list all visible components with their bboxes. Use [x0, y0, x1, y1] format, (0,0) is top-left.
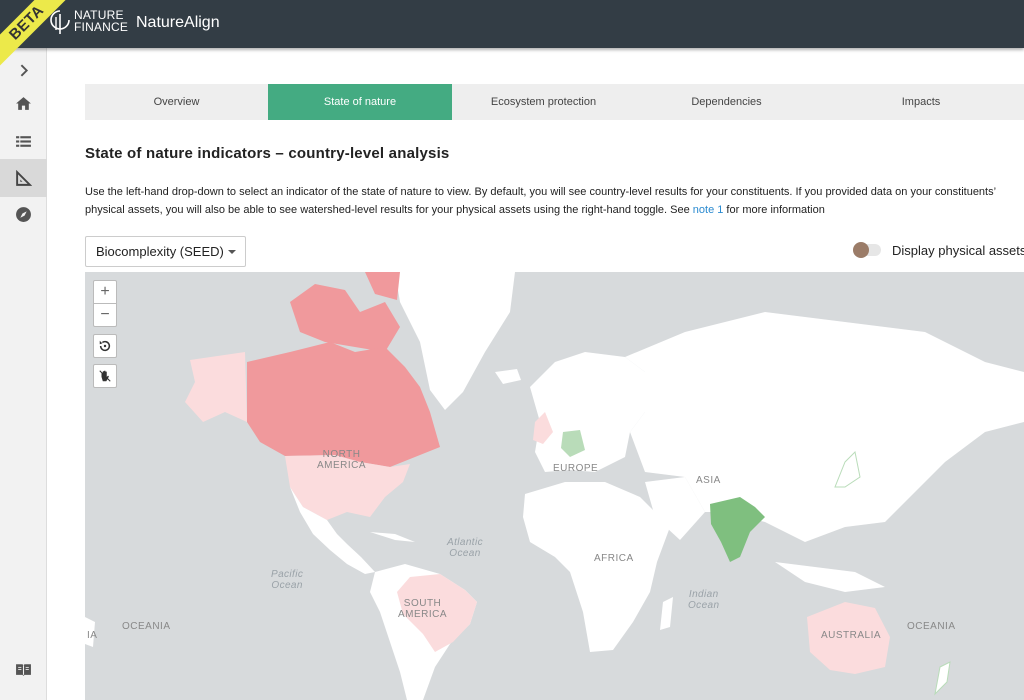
ocean-label-pacific: Pacific Ocean [271, 569, 303, 591]
nature-finance-logo-icon [50, 10, 70, 34]
ocean-label-line: Atlantic [447, 537, 483, 548]
indicator-dropdown[interactable]: Biocomplexity (SEED) [85, 236, 246, 267]
book-icon [16, 663, 31, 676]
map-caribbean [370, 532, 415, 542]
reset-icon [99, 340, 111, 352]
region-label-asia: ASIA [696, 475, 721, 486]
region-label-line: AMERICA [317, 460, 367, 471]
region-label-oceania-left: OCEANIA [122, 621, 171, 632]
ocean-label-line: Ocean [688, 600, 720, 611]
region-label-south-america: SOUTH AMERICA [398, 598, 447, 620]
region-label-australia: AUSTRALIA [821, 630, 881, 641]
page-title: State of nature indicators – country-lev… [85, 145, 450, 162]
tab-ecosystem-protection[interactable]: Ecosystem protection [452, 84, 635, 120]
home-icon [16, 96, 31, 110]
pan-toggle-button[interactable] [93, 364, 117, 388]
ocean-label-line: Indian [688, 589, 719, 600]
region-label-line: NORTH [322, 449, 361, 460]
top-bar: BETA NATURE FINANCE NatureAlign [0, 0, 1024, 70]
note-link[interactable]: note 1 [693, 204, 724, 216]
region-label-line: ASIA [696, 475, 721, 486]
caret-down-icon [228, 250, 236, 254]
ocean-label-indian: Indian Ocean [688, 589, 719, 611]
sidebar-item-docs[interactable] [0, 650, 47, 688]
region-label-line: AFRICA [594, 553, 634, 564]
map-madagascar [660, 597, 673, 630]
logo-line-2: FINANCE [74, 20, 129, 34]
region-label-north-america: NORTH AMERICA [317, 449, 366, 471]
hand-icon [99, 370, 111, 382]
ocean-label-line: Ocean [449, 548, 481, 559]
map-se-asia [775, 562, 885, 592]
compass-icon [16, 206, 31, 222]
zoom-in-button[interactable]: + [93, 280, 117, 304]
physical-assets-toggle[interactable] [853, 242, 881, 258]
app-title: NatureAlign [136, 14, 220, 31]
ocean-label-atlantic: Atlantic Ocean [447, 537, 483, 559]
sidebar-item-explore[interactable] [0, 195, 47, 233]
region-label-africa: AFRICA [594, 553, 634, 564]
list-icon [16, 135, 31, 147]
world-map-canvas [85, 272, 1024, 700]
region-label-asia-cut: IA [87, 630, 97, 641]
tab-state-of-nature[interactable]: State of nature [268, 84, 452, 120]
zoom-out-button[interactable]: − [93, 303, 117, 327]
physical-assets-label: Display physical assets [892, 243, 1024, 258]
tab-overview[interactable]: Overview [85, 84, 268, 120]
region-label-line: SOUTH [403, 598, 442, 609]
main-content: Overview State of nature Ecosystem prote… [47, 48, 1024, 700]
logo-text: NATURE FINANCE [74, 9, 128, 33]
ocean-label-line: Ocean [271, 580, 303, 591]
reset-view-button[interactable] [93, 334, 117, 358]
map-canada-north [365, 272, 400, 300]
region-label-line: AMERICA [398, 609, 448, 620]
map-europe [530, 352, 645, 472]
description-text-1: Use the left-hand drop-down to select an… [85, 186, 996, 216]
ocean-label-line: Pacific [271, 569, 304, 580]
tab-dependencies[interactable]: Dependencies [635, 84, 818, 120]
map-iceland [495, 369, 521, 384]
sidebar [0, 48, 47, 700]
toggle-knob [853, 242, 869, 258]
region-label-line: EUROPE [553, 463, 599, 474]
region-label-europe: EUROPE [553, 463, 598, 474]
tab-impacts[interactable]: Impacts [818, 84, 1024, 120]
sidebar-item-home[interactable] [0, 84, 47, 122]
region-label-line: AUSTRALIA [821, 630, 882, 641]
region-label-oceania-right: OCEANIA [907, 621, 956, 632]
region-label-line: OCEANIA [122, 621, 171, 632]
tab-bar: Overview State of nature Ecosystem prote… [85, 84, 1024, 120]
set-square-icon [16, 169, 32, 186]
description-text-2: for more information [723, 204, 825, 216]
indicator-dropdown-value: Biocomplexity (SEED) [96, 244, 224, 259]
region-label-line: IA [87, 630, 98, 641]
region-label-line: OCEANIA [907, 621, 956, 632]
sidebar-item-analysis[interactable] [0, 159, 47, 197]
description: Use the left-hand drop-down to select an… [85, 183, 1015, 219]
map-africa [523, 482, 670, 652]
map-alaska [185, 352, 247, 422]
sidebar-item-list[interactable] [0, 122, 47, 160]
world-map[interactable]: + − NORTH AMERICA EUROPE ASIA AFRICA SOUT… [85, 272, 1024, 700]
map-new-zealand [934, 661, 951, 696]
chevron-right-icon [20, 64, 29, 76]
